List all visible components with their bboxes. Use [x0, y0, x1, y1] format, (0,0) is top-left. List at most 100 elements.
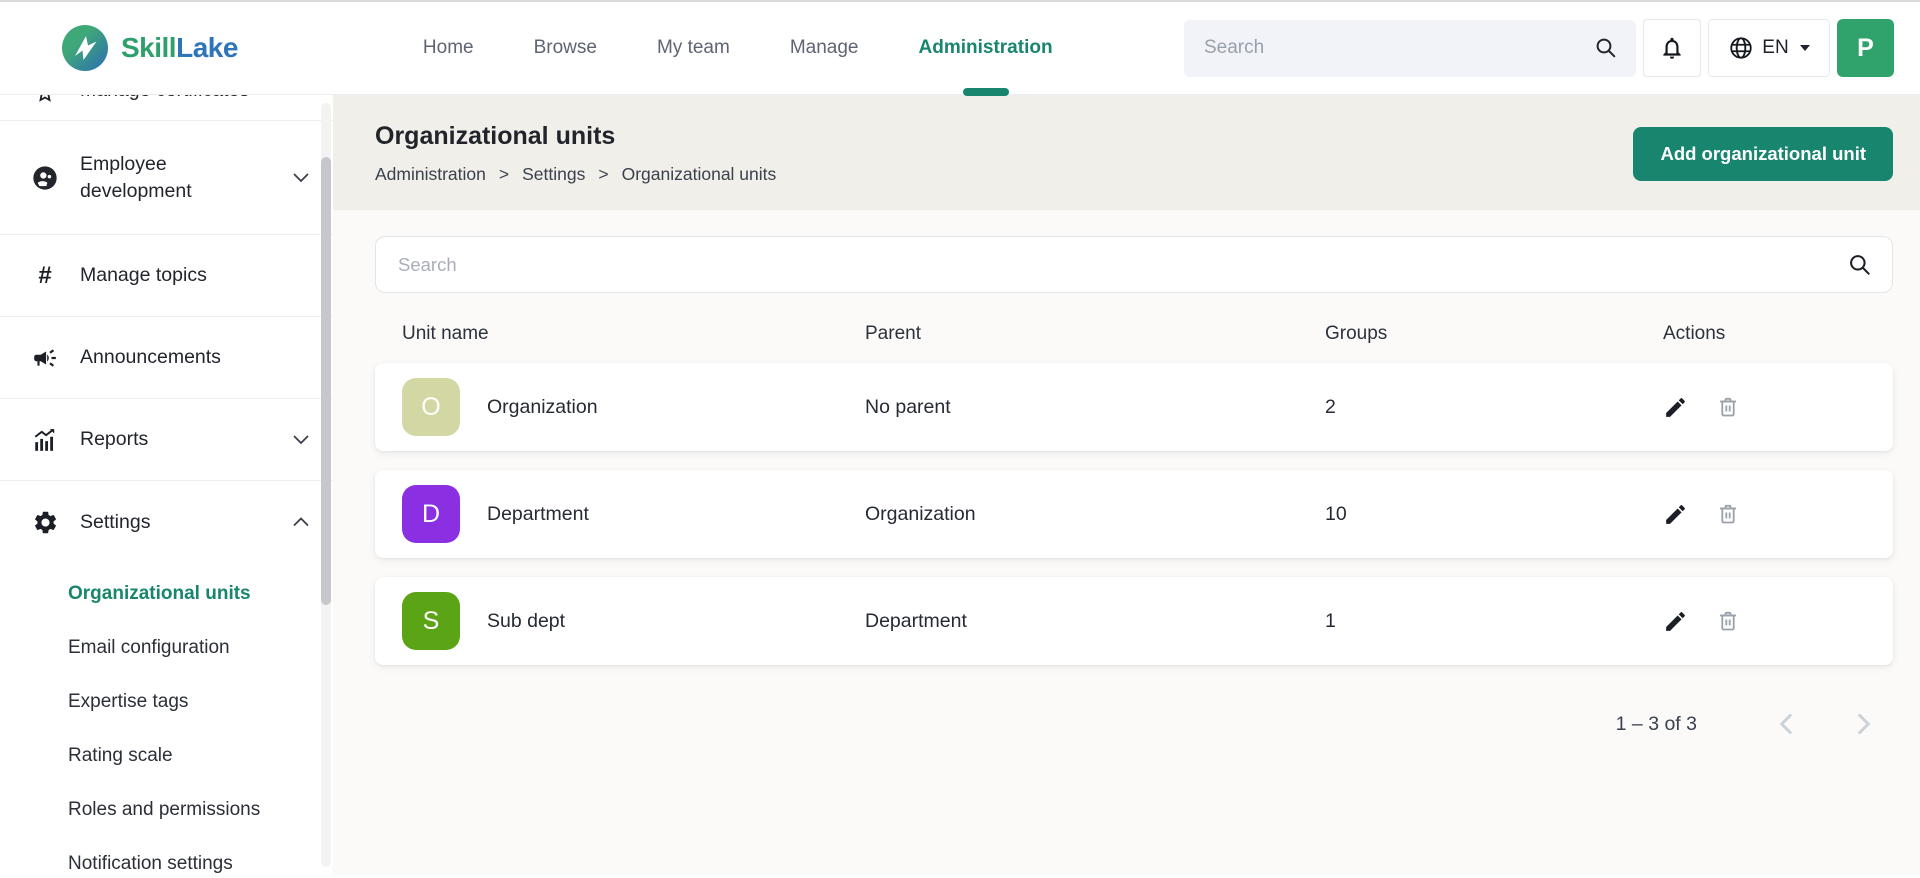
header-controls: EN P [1184, 19, 1894, 77]
settings-submenu: Organizational units Email configuration… [0, 563, 333, 875]
gear-icon [28, 509, 62, 536]
nav-item-home[interactable]: Home [423, 2, 474, 94]
language-label: EN [1762, 37, 1789, 58]
sidebar-item-reports[interactable]: Reports [0, 399, 333, 481]
unit-avatar: D [402, 485, 460, 543]
sidebar-scrollbar-thumb[interactable] [321, 157, 331, 605]
trash-icon [1720, 504, 1736, 524]
sidebar-item-expertise-tags[interactable]: Expertise tags [0, 675, 333, 729]
unit-avatar: S [402, 592, 460, 650]
delete-button[interactable] [1716, 609, 1740, 633]
unit-groups-count: 2 [1325, 395, 1336, 418]
nav-item-my-team[interactable]: My team [657, 2, 730, 94]
units-search-input[interactable] [375, 236, 1893, 293]
notifications-button[interactable] [1643, 19, 1701, 77]
nav-item-browse[interactable]: Browse [534, 2, 597, 94]
sidebar-item-label: Manage topics [80, 264, 207, 287]
unit-name: Department [487, 502, 589, 525]
top-bar: SkillLake Home Browse My team Manage Adm… [0, 0, 1920, 95]
sidebar-item-email-configuration[interactable]: Email configuration [0, 621, 333, 675]
search-icon[interactable] [1594, 36, 1618, 60]
chevron-right-icon [1858, 713, 1871, 735]
certificate-icon [28, 95, 62, 103]
sidebar-item-settings[interactable]: Settings [0, 481, 333, 563]
breadcrumb-administration[interactable]: Administration [375, 164, 486, 185]
delete-button[interactable] [1716, 395, 1740, 419]
edit-button[interactable] [1663, 395, 1688, 420]
main-nav: Home Browse My team Manage Administratio… [423, 2, 1053, 94]
hash-icon: # [38, 261, 52, 289]
table-header-row: Unit name Parent Groups Actions [375, 293, 1893, 363]
column-header-actions: Actions [1663, 323, 1726, 344]
global-search [1184, 19, 1636, 77]
sidebar-item-label: Reports [80, 428, 149, 451]
sidebar-item-manage-certificates[interactable]: Manage certificates [0, 95, 333, 121]
pagination: 1 – 3 of 3 [375, 709, 1893, 739]
page-header: Organizational units Administration > Se… [333, 95, 1920, 210]
edit-button[interactable] [1663, 502, 1688, 527]
unit-groups-count: 1 [1325, 609, 1336, 632]
unit-name: Sub dept [487, 609, 566, 632]
main-content: Organizational units Administration > Se… [333, 95, 1920, 875]
chevron-down-icon [1799, 45, 1810, 51]
breadcrumb: Administration > Settings > Organization… [375, 164, 776, 185]
units-search [375, 236, 1893, 293]
sidebar-item-employee-development[interactable]: Employee development [0, 121, 333, 235]
delete-button[interactable] [1716, 502, 1740, 526]
breadcrumb-separator: > [598, 164, 609, 184]
page-title: Organizational units [375, 122, 616, 150]
trash-icon [1720, 397, 1736, 417]
person-icon [28, 164, 62, 192]
table-row: S Sub dept Department 1 [375, 577, 1893, 665]
column-header-groups: Groups [1325, 323, 1388, 344]
breadcrumb-settings[interactable]: Settings [522, 164, 585, 185]
nav-item-manage[interactable]: Manage [790, 2, 859, 94]
sidebar-item-label: Announcements [80, 346, 221, 369]
table-row: D Department Organization 10 [375, 470, 1893, 558]
unit-avatar: O [402, 378, 460, 436]
units-panel: Unit name Parent Groups Actions O Organi… [333, 210, 1920, 875]
edit-button[interactable] [1663, 609, 1688, 634]
sidebar-item-organizational-units[interactable]: Organizational units [0, 567, 333, 621]
chevron-down-icon [293, 435, 309, 445]
unit-parent: Department [865, 609, 967, 632]
nav-item-administration[interactable]: Administration [919, 2, 1053, 94]
pagination-next-button[interactable] [1851, 709, 1877, 739]
sidebar-item-announcements[interactable]: Announcements [0, 317, 333, 399]
user-avatar[interactable]: P [1837, 19, 1894, 77]
sidebar-item-label: Settings [80, 510, 151, 533]
global-search-input[interactable] [1204, 37, 1594, 59]
language-selector[interactable]: EN [1708, 19, 1830, 77]
table-row: O Organization No parent 2 [375, 363, 1893, 451]
breadcrumb-separator: > [498, 164, 510, 184]
breadcrumb-organizational-units[interactable]: Organizational units [622, 164, 777, 185]
pencil-icon [1666, 397, 1685, 417]
pagination-prev-button[interactable] [1773, 709, 1799, 739]
megaphone-icon [28, 345, 62, 371]
sidebar-item-rating-scale[interactable]: Rating scale [0, 729, 333, 783]
column-header-unit-name: Unit name [402, 323, 489, 344]
brand-logo[interactable]: SkillLake [62, 25, 238, 71]
column-header-parent: Parent [865, 323, 921, 344]
add-organizational-unit-button[interactable]: Add organizational unit [1633, 126, 1893, 181]
page-layout: Manage certificates Employee development… [0, 95, 1920, 875]
sidebar-item-label: Manage certificates [80, 95, 249, 104]
chevron-left-icon [1779, 713, 1792, 735]
chevron-up-icon [293, 517, 309, 527]
unit-name: Organization [487, 395, 598, 418]
globe-icon [1730, 37, 1752, 59]
chevron-down-icon [293, 173, 309, 183]
brand-name: SkillLake [121, 32, 238, 64]
brand-skill: Skill [121, 32, 177, 63]
brand-lake: Lake [176, 32, 238, 63]
search-icon[interactable] [1847, 252, 1873, 278]
sidebar-item-roles-and-permissions[interactable]: Roles and permissions [0, 783, 333, 837]
pencil-icon [1666, 504, 1685, 524]
sidebar-item-manage-topics[interactable]: # Manage topics [0, 235, 333, 317]
skilllake-logo-icon [62, 25, 108, 71]
trash-icon [1720, 611, 1736, 631]
bell-icon [1663, 37, 1681, 59]
sidebar-item-notification-settings[interactable]: Notification settings [0, 837, 333, 875]
chart-icon [28, 427, 62, 453]
pencil-icon [1666, 611, 1685, 631]
